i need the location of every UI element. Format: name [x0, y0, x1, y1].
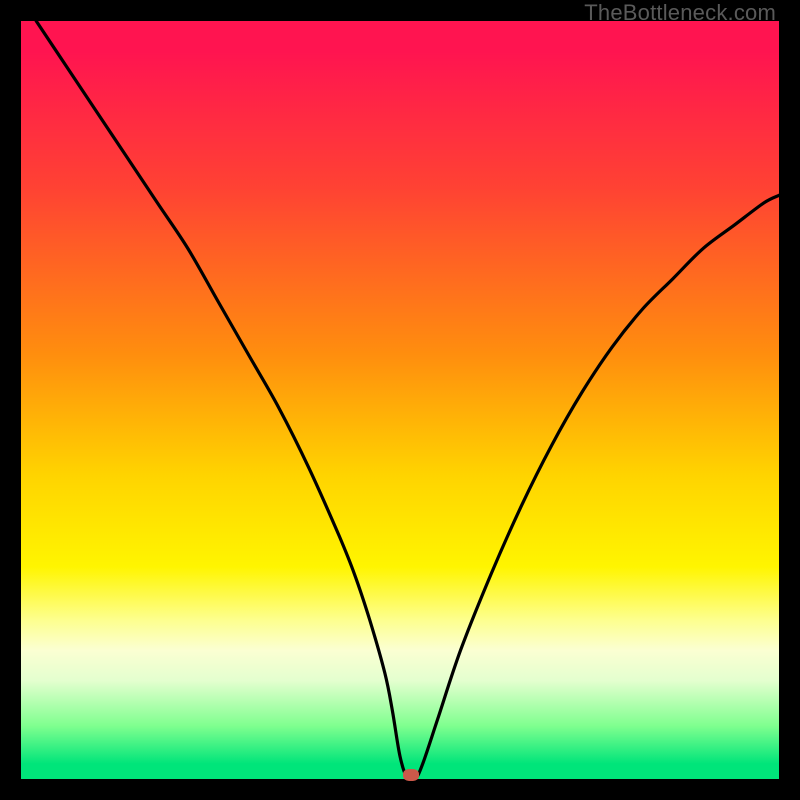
plot-area: [21, 21, 779, 779]
optimum-marker: [403, 769, 419, 781]
chart-frame: TheBottleneck.com: [0, 0, 800, 800]
bottleneck-curve: [21, 21, 779, 779]
